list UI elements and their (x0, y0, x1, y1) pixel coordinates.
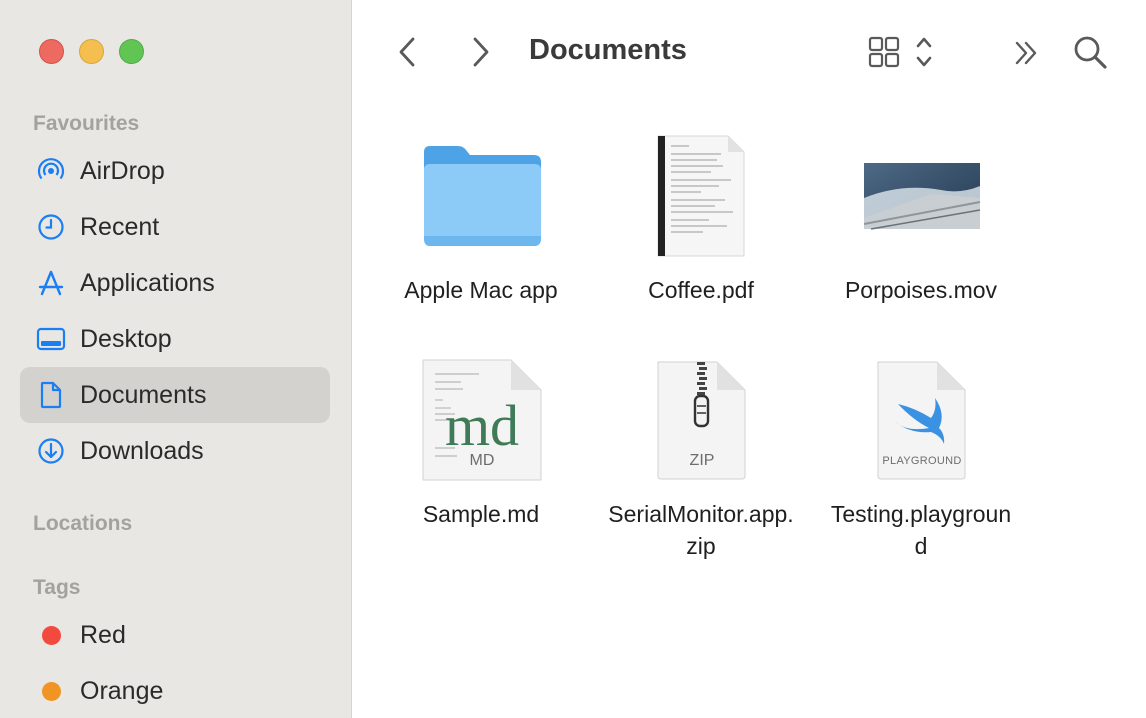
sidebar-item-airdrop[interactable]: AirDrop (20, 143, 330, 199)
file-item-folder[interactable]: Apple Mac app (371, 128, 591, 308)
chevron-left-icon[interactable] (396, 36, 420, 68)
folder-icon (424, 146, 541, 246)
file-badge: ZIP (689, 452, 715, 469)
markdown-logo: md (444, 393, 520, 458)
toolbar: Documents (352, 0, 1146, 104)
sidebar-item-tag-red[interactable]: Red (20, 607, 330, 663)
sidebar: Favourites AirDrop Recent Applications D… (0, 0, 352, 718)
section-tags[interactable]: Tags (33, 576, 80, 600)
sidebar-item-label: Recent (80, 212, 160, 241)
clock-icon (38, 214, 64, 240)
sidebar-item-desktop[interactable]: Desktop (20, 311, 330, 367)
movie-thumbnail-icon (863, 163, 981, 230)
sidebar-item-label: Orange (80, 676, 164, 705)
file-item-playground[interactable]: PLAYGROUND Testing.playgroun d (811, 352, 1031, 562)
sidebar-item-applications[interactable]: Applications (20, 255, 330, 311)
minimize-button[interactable] (79, 39, 104, 64)
sidebar-item-label: Red (80, 620, 126, 649)
double-chevron-right-icon[interactable] (1012, 38, 1042, 68)
sidebar-item-downloads[interactable]: Downloads (20, 423, 330, 479)
airdrop-icon (37, 158, 65, 180)
zoom-button[interactable] (119, 39, 144, 64)
sidebar-item-label: Applications (80, 268, 215, 297)
window-title: Documents (529, 34, 687, 66)
close-button[interactable] (39, 39, 64, 64)
applications-icon (38, 270, 64, 296)
orange-tag-dot-icon (42, 682, 61, 701)
document-icon (40, 381, 62, 409)
file-badge: PLAYGROUND (882, 455, 962, 467)
pdf-document-icon (657, 135, 745, 257)
icon-grid-view-icon (868, 36, 932, 68)
sidebar-item-tag-orange[interactable]: Orange (20, 663, 330, 718)
section-locations[interactable]: Locations (33, 512, 132, 536)
view-mode-button[interactable] (866, 34, 938, 70)
sidebar-item-label: Desktop (80, 324, 172, 353)
chevron-right-icon[interactable] (468, 36, 492, 68)
sidebar-item-label: Documents (80, 380, 207, 409)
download-icon (38, 438, 64, 464)
file-name-line1: Testing.playgroun (830, 501, 1012, 527)
sidebar-item-label: Downloads (80, 436, 204, 465)
search-icon[interactable] (1072, 34, 1108, 70)
window-controls (39, 39, 144, 64)
finder-window: Favourites AirDrop Recent Applications D… (0, 0, 1146, 718)
file-badge: MD (469, 452, 495, 469)
file-name-line2: d (914, 533, 928, 559)
file-name-line1: SerialMonitor.app. (608, 501, 794, 527)
file-item-movie[interactable]: Porpoises.mov (811, 128, 1031, 308)
red-tag-dot-icon (42, 626, 61, 645)
file-name-line2: zip (686, 533, 716, 559)
file-name: Sample.md (422, 501, 540, 527)
file-name: Porpoises.mov (844, 277, 998, 303)
file-item-markdown[interactable]: md MD Sample.md (371, 352, 591, 532)
file-name: Coffee.pdf (648, 277, 754, 303)
sidebar-item-recent[interactable]: Recent (20, 199, 330, 255)
file-name: Apple Mac app (404, 277, 558, 303)
sidebar-item-documents[interactable]: Documents (20, 367, 330, 423)
file-item-zip[interactable]: ZIP SerialMonitor.app. zip (591, 352, 811, 562)
section-favourites: Favourites (33, 112, 140, 135)
sidebar-item-label: AirDrop (80, 156, 165, 185)
file-item-pdf[interactable]: Coffee.pdf (591, 128, 811, 308)
desktop-icon (36, 327, 66, 351)
